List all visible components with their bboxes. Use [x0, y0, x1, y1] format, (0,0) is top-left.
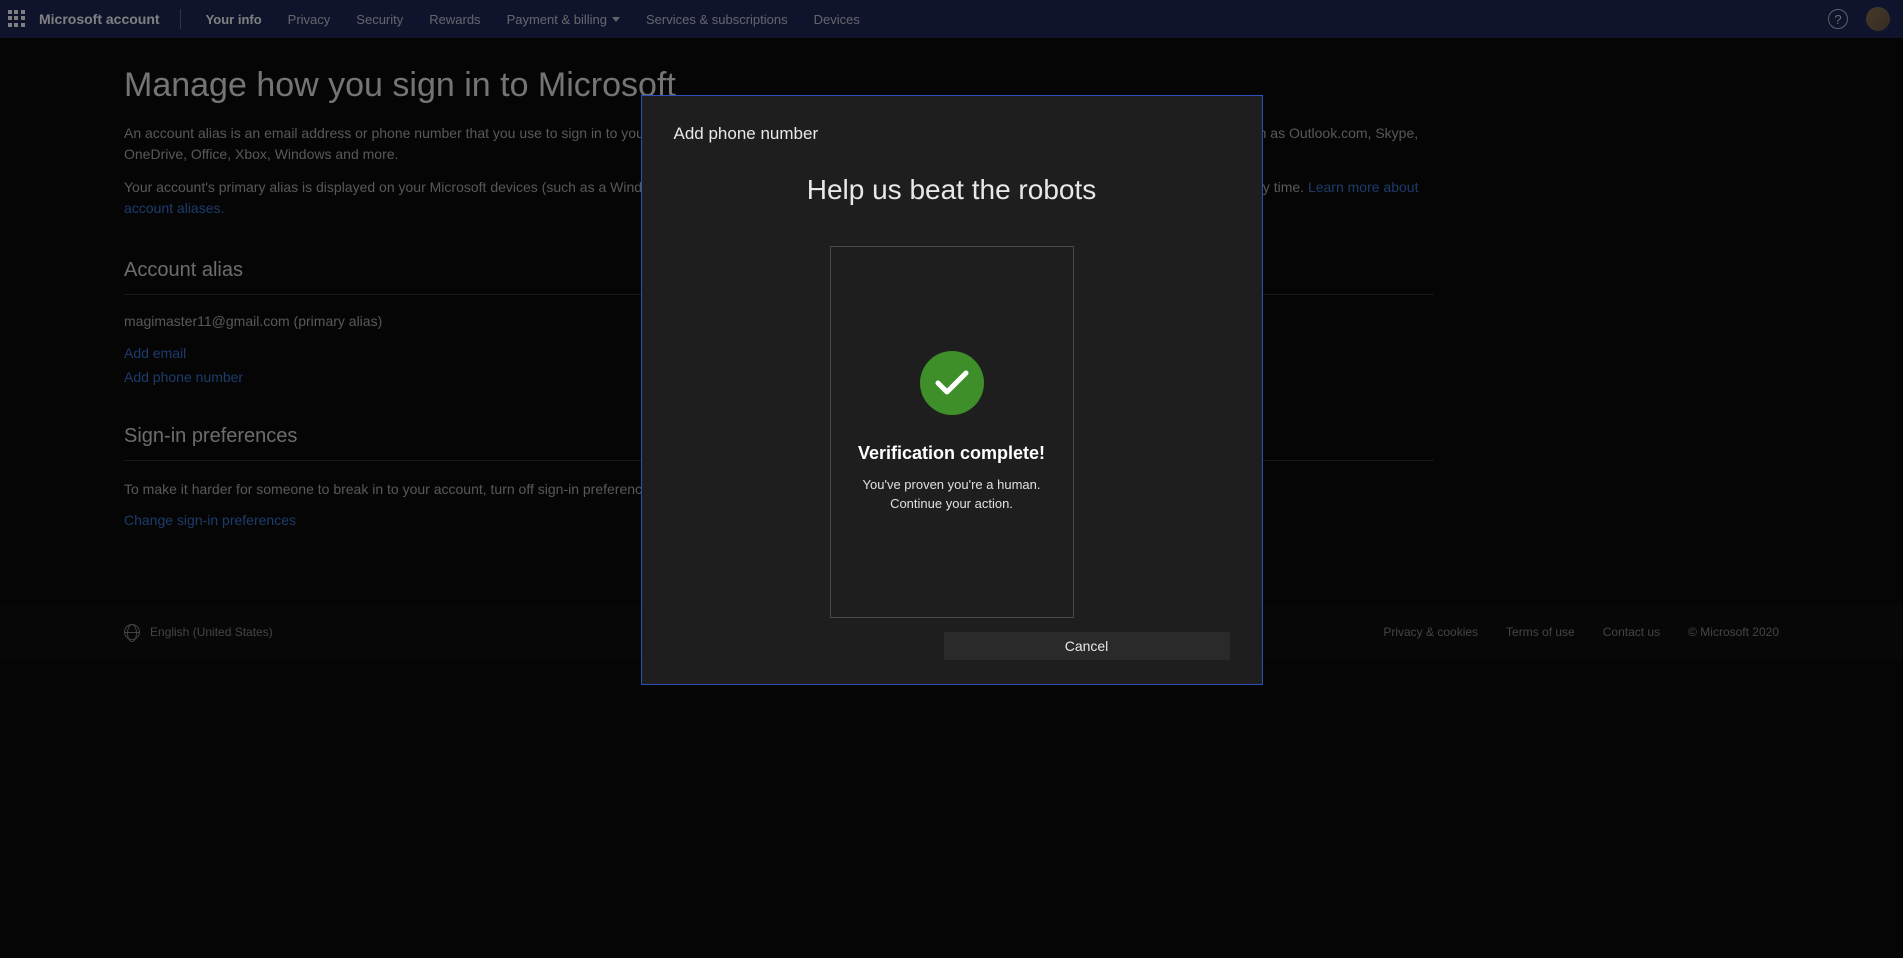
nav-rewards[interactable]: Rewards — [416, 12, 493, 27]
nav-payment-billing-label: Payment & billing — [507, 12, 607, 27]
verification-text: You've proven you're a human. Continue y… — [863, 476, 1041, 512]
nav-devices[interactable]: Devices — [801, 12, 873, 27]
help-icon[interactable]: ? — [1828, 9, 1848, 29]
nav-security[interactable]: Security — [343, 12, 416, 27]
captcha-title: Help us beat the robots — [674, 174, 1230, 206]
app-launcher-icon[interactable] — [8, 10, 26, 28]
footer-right: Privacy & cookies Terms of use Contact u… — [1383, 625, 1779, 639]
nav-services[interactable]: Services & subscriptions — [633, 12, 801, 27]
verification-line2: Continue your action. — [890, 496, 1013, 511]
globe-icon — [124, 624, 140, 640]
check-icon — [934, 369, 970, 397]
header-right: ? — [1828, 7, 1895, 31]
add-phone-modal: Add phone number Help us beat the robots… — [641, 95, 1263, 685]
avatar[interactable] — [1866, 7, 1890, 31]
footer-left: English (United States) — [124, 624, 273, 640]
nav-your-info[interactable]: Your info — [193, 12, 275, 27]
verification-line1: You've proven you're a human. — [863, 477, 1041, 492]
nav-payment-billing[interactable]: Payment & billing — [494, 12, 633, 27]
check-circle-icon — [920, 351, 984, 415]
captcha-box: Verification complete! You've proven you… — [830, 246, 1074, 618]
footer-contact[interactable]: Contact us — [1603, 625, 1660, 639]
footer-privacy[interactable]: Privacy & cookies — [1383, 625, 1478, 639]
nav-divider — [180, 9, 181, 29]
footer-terms[interactable]: Terms of use — [1506, 625, 1575, 639]
header-bar: Microsoft account Your info Privacy Secu… — [0, 0, 1903, 38]
brand-logo[interactable]: Microsoft account — [39, 11, 160, 27]
cancel-button[interactable]: Cancel — [944, 632, 1230, 660]
footer-language[interactable]: English (United States) — [150, 625, 273, 639]
chevron-down-icon — [612, 17, 620, 22]
nav-privacy[interactable]: Privacy — [275, 12, 344, 27]
verification-title: Verification complete! — [858, 443, 1045, 464]
modal-title: Add phone number — [674, 124, 1230, 144]
modal-footer: Cancel — [674, 632, 1230, 660]
footer-copyright: © Microsoft 2020 — [1688, 625, 1779, 639]
